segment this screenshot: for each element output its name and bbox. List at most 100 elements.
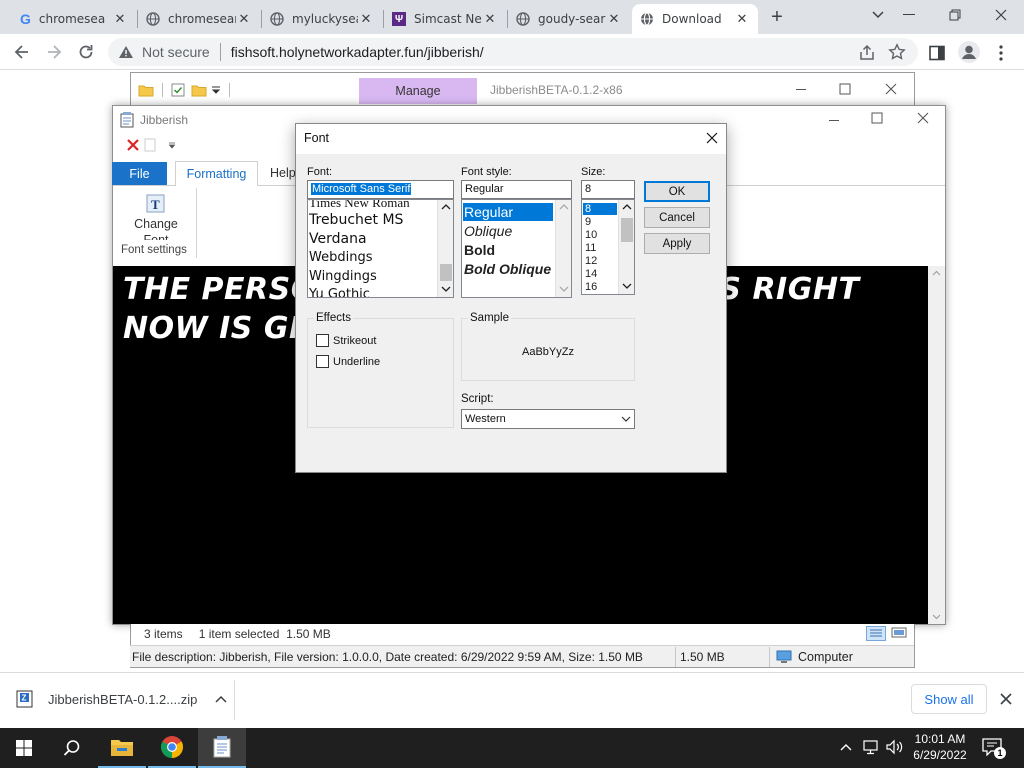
size-item[interactable]: 16: [585, 281, 597, 293]
explorer-close-button[interactable]: [884, 82, 898, 96]
file-tab[interactable]: File: [112, 162, 167, 185]
font-list-scrollbar[interactable]: [437, 200, 453, 297]
properties-icon[interactable]: [171, 83, 185, 97]
size-item[interactable]: 11: [585, 242, 596, 254]
forward-button[interactable]: [44, 42, 64, 62]
close-icon[interactable]: ✕: [112, 11, 128, 27]
jibberish-minimize-button[interactable]: [828, 114, 840, 126]
font-style-item[interactable]: Bold Oblique: [464, 260, 551, 278]
size-item-selected[interactable]: 8: [583, 203, 617, 215]
reload-button[interactable]: [76, 42, 96, 62]
taskbar-jibberish[interactable]: [198, 728, 246, 768]
close-icon[interactable]: ✕: [482, 11, 498, 27]
blank-page-icon[interactable]: [144, 138, 156, 152]
font-style-item[interactable]: Bold: [464, 241, 495, 259]
address-bar[interactable]: Not secure fishsoft.holynetworkadapter.f…: [108, 38, 918, 66]
ok-button[interactable]: OK: [644, 181, 710, 202]
close-icon[interactable]: ✕: [606, 11, 622, 27]
scroll-up-icon[interactable]: [932, 270, 941, 276]
details-view-icon[interactable]: [866, 626, 886, 641]
tab-0[interactable]: G chromesea ✕: [12, 4, 136, 34]
size-list-scrollbar[interactable]: [618, 200, 634, 294]
explorer-maximize-button[interactable]: [838, 82, 852, 96]
bookmark-star-icon[interactable]: [888, 43, 906, 61]
manage-tab[interactable]: Manage: [359, 78, 477, 104]
font-dialog-close-button[interactable]: [705, 131, 719, 145]
search-button[interactable]: [48, 728, 96, 768]
new-folder-icon[interactable]: [191, 83, 207, 97]
font-list-item[interactable]: Verdana: [309, 230, 367, 248]
font-list-item[interactable]: Yu Gothic: [309, 286, 370, 297]
tab-2[interactable]: myluckysea ✕: [262, 4, 382, 34]
explorer-minimize-button[interactable]: [794, 82, 808, 96]
close-icon[interactable]: ✕: [236, 11, 252, 27]
download-file-name[interactable]: JibberishBETA-0.1.2....zip: [48, 692, 197, 707]
large-icons-view-icon[interactable]: [890, 626, 908, 641]
side-panel-icon[interactable]: [928, 44, 946, 62]
chevron-up-icon[interactable]: [215, 695, 227, 703]
minimize-button[interactable]: [886, 0, 932, 30]
font-list[interactable]: Times New Roman Trebuchet MS Verdana Web…: [307, 199, 454, 298]
url-text[interactable]: fishsoft.holynetworkadapter.fun/jibberis…: [231, 44, 484, 60]
network-icon[interactable]: [862, 739, 880, 755]
size-list[interactable]: 8 9 10 11 12 14 16: [581, 199, 635, 295]
volume-icon[interactable]: [885, 739, 905, 755]
notification-center-button[interactable]: 1: [982, 738, 1006, 759]
font-list-item[interactable]: Wingdings: [309, 268, 377, 286]
divider: [229, 83, 230, 97]
profile-avatar[interactable]: [958, 41, 980, 63]
share-icon[interactable]: [858, 44, 876, 62]
size-item[interactable]: 9: [585, 216, 591, 228]
back-button[interactable]: [12, 42, 32, 62]
underline-checkbox[interactable]: Underline: [316, 355, 380, 368]
tab-4[interactable]: goudy-sear ✕: [508, 4, 630, 34]
download-item[interactable]: Z JibberishBETA-0.1.2....zip: [16, 686, 227, 712]
show-all-button[interactable]: Show all: [911, 684, 987, 714]
size-item[interactable]: 12: [585, 255, 597, 267]
taskbar-chrome[interactable]: [148, 728, 196, 768]
tab-3[interactable]: Ψ Simcast Ne ✕: [384, 4, 506, 34]
size-item[interactable]: 10: [585, 229, 597, 241]
checkbox-box[interactable]: [316, 334, 329, 347]
font-list-item[interactable]: Webdings: [309, 249, 372, 267]
size-input[interactable]: 8: [581, 180, 635, 199]
jibberish-close-button[interactable]: [917, 112, 929, 124]
clock[interactable]: 10:01 AM 6/29/2022: [910, 731, 970, 763]
tab-1[interactable]: chromesear ✕: [138, 4, 260, 34]
checkbox-box[interactable]: [316, 355, 329, 368]
formatting-tab[interactable]: Formatting: [175, 161, 258, 186]
customize-dropdown-icon[interactable]: [211, 85, 221, 95]
tab-5-active[interactable]: Download ✕: [632, 4, 758, 34]
font-style-scrollbar[interactable]: [555, 200, 571, 297]
close-icon[interactable]: ✕: [358, 11, 374, 27]
close-window-button[interactable]: [978, 0, 1024, 30]
start-button[interactable]: [0, 728, 48, 768]
font-list-item[interactable]: Trebuchet MS: [309, 211, 403, 229]
help-tab[interactable]: Help: [270, 166, 296, 180]
new-tab-button[interactable]: +: [766, 6, 788, 28]
font-style-item[interactable]: Oblique: [464, 222, 512, 240]
red-x-icon[interactable]: [126, 138, 140, 152]
apply-button[interactable]: Apply: [644, 233, 710, 254]
show-hidden-icons-chevron-icon[interactable]: [839, 740, 853, 754]
folder-icon[interactable]: [138, 83, 154, 97]
font-style-item-selected[interactable]: Regular: [463, 203, 553, 221]
size-item[interactable]: 14: [585, 268, 597, 280]
close-shelf-button[interactable]: [999, 692, 1013, 706]
restore-button[interactable]: [932, 0, 978, 30]
editor-scrollbar[interactable]: [928, 266, 945, 624]
warning-icon[interactable]: [118, 45, 134, 59]
font-style-list[interactable]: Regular Oblique Bold Bold Oblique: [461, 199, 572, 298]
jibberish-maximize-button[interactable]: [871, 112, 883, 124]
close-icon[interactable]: ✕: [734, 11, 750, 27]
dropdown-arrow-icon[interactable]: [168, 141, 176, 149]
strikeout-checkbox[interactable]: Strikeout: [316, 334, 376, 347]
kebab-menu-icon[interactable]: [996, 44, 1006, 62]
cancel-button[interactable]: Cancel: [644, 207, 710, 228]
script-select[interactable]: Western: [461, 409, 635, 429]
font-style-input[interactable]: Regular: [461, 180, 572, 199]
selected-info: 1 item selected 1.50 MB: [198, 627, 331, 641]
taskbar-file-explorer[interactable]: [98, 728, 146, 768]
scroll-down-icon[interactable]: [932, 614, 941, 620]
font-name-input[interactable]: Microsoft Sans Serif: [307, 180, 454, 199]
